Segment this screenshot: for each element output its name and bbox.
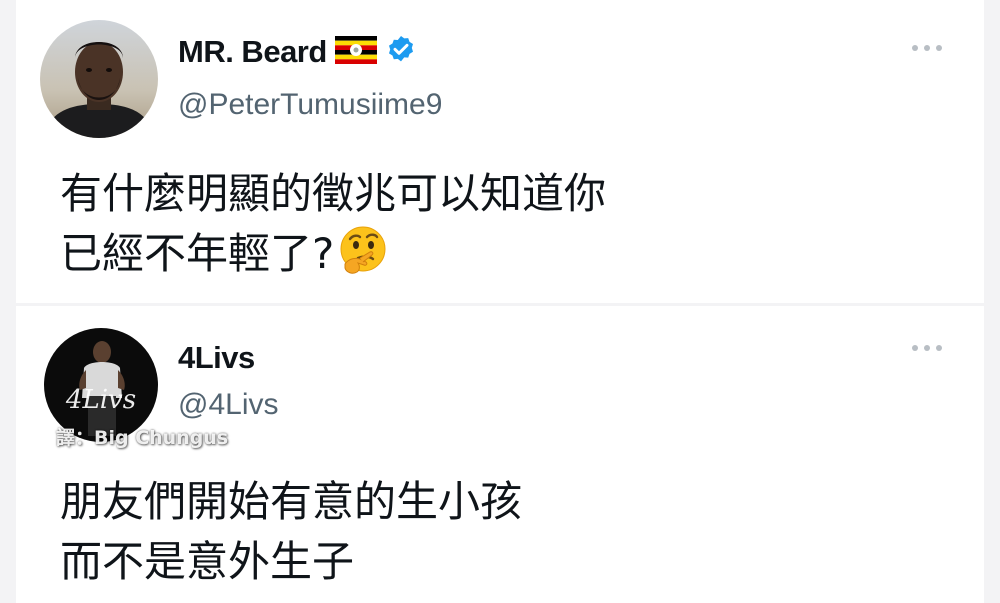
translator-watermark: 譯：Big Chungus <box>56 427 229 449</box>
tweet-text-line-content: 有什麼明顯的徵兆可以知道你 <box>60 169 607 218</box>
tweet-text-line: 已經不年輕了? <box>60 224 960 284</box>
more-options-button[interactable] <box>910 340 944 354</box>
author-handle[interactable]: @4Livs <box>178 388 279 422</box>
author-row: 4Livs <box>178 340 255 376</box>
tweet-text-line: 而不是意外生子 <box>60 537 355 586</box>
tweet-text: 朋友們開始有意的生小孩 而不是意外生子 <box>60 472 960 592</box>
tweet-text-line: 朋友們開始有意的生小孩 <box>60 477 523 526</box>
more-options-button[interactable] <box>910 40 944 54</box>
uganda-flag-icon <box>334 36 377 68</box>
avatar[interactable] <box>40 20 158 138</box>
avatar-signature: 4Livs <box>65 385 136 415</box>
tweet-text-line: 有什麼明顯的徵兆可以知道你 <box>60 164 960 224</box>
tweet-text: 有什麼明顯的徵兆可以知道你 已經不年輕了? <box>60 164 960 284</box>
more-horizontal-icon <box>912 45 942 51</box>
verified-badge-icon[interactable] <box>385 34 417 70</box>
more-horizontal-icon <box>912 345 942 351</box>
display-name[interactable]: 4Livs <box>178 340 255 376</box>
thinking-face-emoji <box>336 224 390 278</box>
tweet-card-4livs[interactable]: 4Livs 4Livs @4Livs 朋友們開始有意的生小孩 而不是意外生子 <box>16 306 984 603</box>
display-name[interactable]: MR. Beard <box>178 34 327 70</box>
tweet-card-mr-beard[interactable]: MR. Beard @PeterTumusiime9 有什麼明顯的徵兆可以知道你… <box>16 0 984 303</box>
avatar-photo <box>40 20 158 138</box>
author-handle[interactable]: @PeterTumusiime9 <box>178 88 442 122</box>
author-row: MR. Beard <box>178 34 417 70</box>
tweet-text-line-content: 已經不年輕了? <box>60 229 335 278</box>
